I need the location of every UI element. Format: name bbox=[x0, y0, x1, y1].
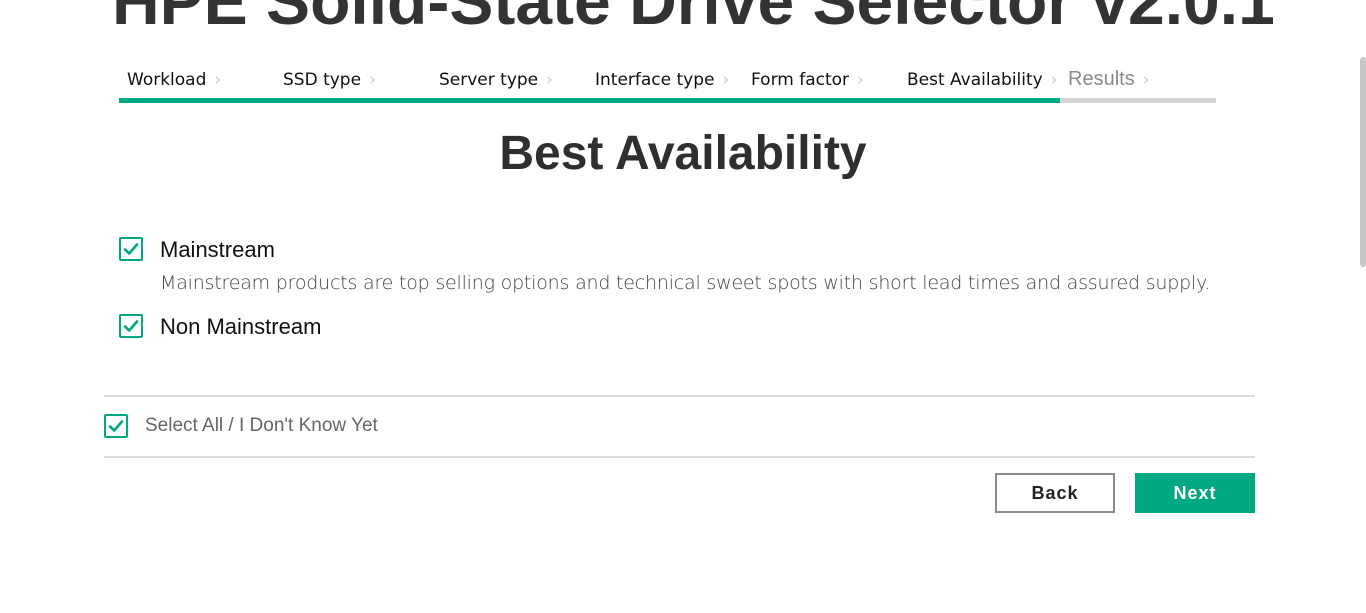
chevron-right-icon: › bbox=[214, 70, 222, 90]
app-title: HPE Solid-State Drive Selector v2.0.1 bbox=[112, 0, 1275, 38]
step-navigation: Workload › SSD type › Server type › Inte… bbox=[119, 60, 1216, 104]
step-ssd-type[interactable]: SSD type › bbox=[283, 70, 376, 90]
mainstream-checkbox[interactable] bbox=[119, 237, 143, 261]
step-interface-type[interactable]: Interface type › bbox=[595, 70, 729, 90]
step-label: Form factor bbox=[751, 70, 850, 90]
mainstream-label[interactable]: Mainstream bbox=[160, 237, 275, 263]
chevron-right-icon: › bbox=[1142, 69, 1150, 90]
section-title: Best Availability bbox=[499, 127, 867, 180]
step-label: Interface type bbox=[595, 70, 715, 90]
chevron-right-icon: › bbox=[546, 70, 553, 90]
divider-top bbox=[104, 395, 1255, 397]
step-label: Results bbox=[1068, 68, 1135, 90]
chevron-right-icon: › bbox=[369, 70, 376, 90]
step-results[interactable]: Results › bbox=[1068, 68, 1150, 91]
page: HPE Solid-State Drive Selector v2.0.1 Wo… bbox=[0, 0, 1366, 613]
progress-bar bbox=[119, 98, 1216, 103]
step-best-availability[interactable]: Best Availability › bbox=[907, 70, 1058, 90]
checkmark-icon bbox=[123, 320, 139, 332]
step-label: Workload bbox=[127, 70, 207, 90]
non-mainstream-label[interactable]: Non Mainstream bbox=[160, 314, 321, 340]
select-all-label[interactable]: Select All / I Don't Know Yet bbox=[145, 415, 378, 437]
step-label: Best Availability bbox=[907, 70, 1043, 90]
checkmark-icon bbox=[108, 420, 124, 432]
step-server-type[interactable]: Server type › bbox=[439, 70, 553, 90]
chevron-right-icon: › bbox=[857, 70, 864, 90]
mainstream-description: Mainstream products are top selling opti… bbox=[160, 272, 1211, 294]
chevron-right-icon: › bbox=[1050, 70, 1058, 90]
step-label: Server type bbox=[439, 70, 539, 90]
step-workload[interactable]: Workload › bbox=[127, 70, 221, 90]
next-button[interactable]: Next bbox=[1135, 473, 1255, 513]
select-all-checkbox[interactable] bbox=[104, 414, 128, 438]
divider-bottom bbox=[104, 456, 1255, 458]
checkmark-icon bbox=[123, 243, 139, 255]
non-mainstream-checkbox[interactable] bbox=[119, 314, 143, 338]
chevron-right-icon: › bbox=[722, 70, 730, 90]
step-form-factor[interactable]: Form factor › bbox=[751, 70, 864, 90]
step-label: SSD type bbox=[283, 70, 362, 90]
back-button[interactable]: Back bbox=[995, 473, 1115, 513]
progress-fill bbox=[119, 98, 1060, 103]
